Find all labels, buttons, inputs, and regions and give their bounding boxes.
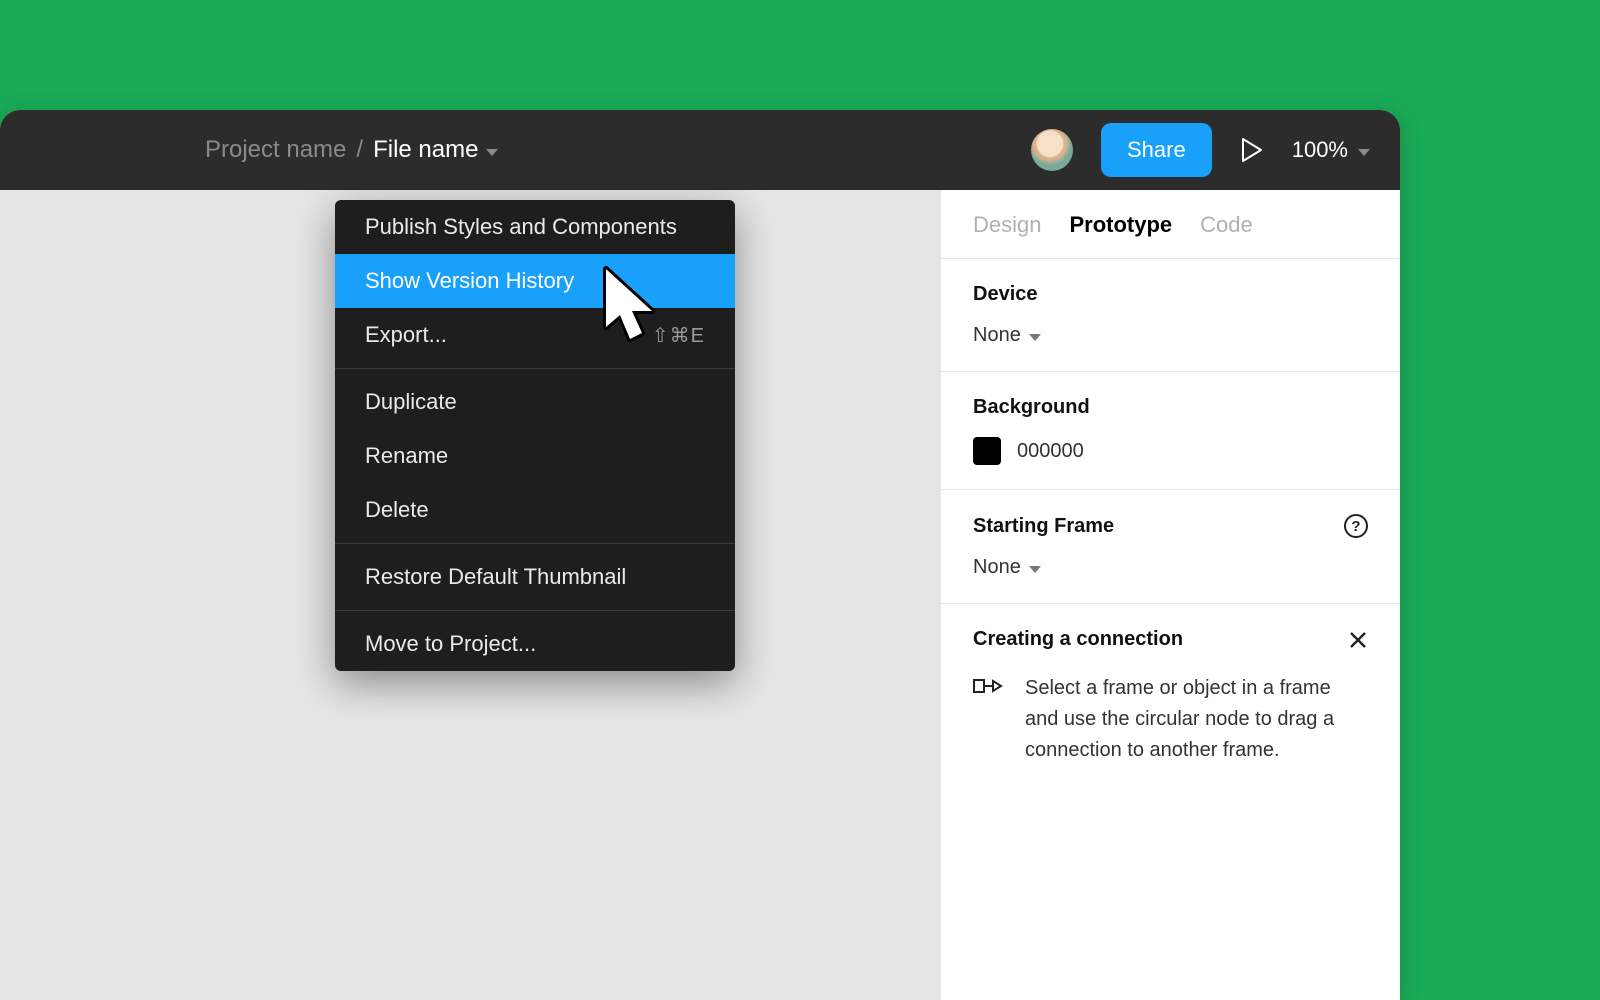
menu-label: Delete [365, 497, 429, 523]
file-dropdown-menu: Publish Styles and Components Show Versi… [335, 200, 735, 671]
breadcrumb-separator: / [356, 136, 363, 164]
color-swatch[interactable] [973, 437, 1001, 465]
background-title: Background [973, 396, 1368, 419]
menu-label: Duplicate [365, 389, 457, 415]
menu-label: Show Version History [365, 268, 574, 294]
menu-label: Export... [365, 322, 447, 348]
starting-frame-value: None [973, 556, 1021, 579]
menu-label: Rename [365, 443, 448, 469]
menu-separator [335, 368, 735, 369]
starting-frame-title: Starting Frame [973, 515, 1114, 538]
chevron-down-icon [1029, 566, 1041, 573]
device-select[interactable]: None [973, 324, 1368, 347]
menu-item-rename[interactable]: Rename [335, 429, 735, 483]
tab-code[interactable]: Code [1200, 212, 1253, 238]
device-section: Device None [941, 259, 1400, 372]
hint-section: Creating a connection Select a frame or … [941, 604, 1400, 790]
menu-separator [335, 543, 735, 544]
tab-design[interactable]: Design [973, 212, 1041, 238]
share-button[interactable]: Share [1101, 123, 1212, 177]
menu-item-version-history[interactable]: Show Version History [335, 254, 735, 308]
menu-item-move-to-project[interactable]: Move to Project... [335, 617, 735, 671]
menu-separator [335, 610, 735, 611]
chevron-down-icon [486, 149, 498, 156]
file-name-dropdown[interactable]: File name [373, 136, 498, 164]
background-color-row[interactable]: 000000 [973, 437, 1368, 465]
menu-item-delete[interactable]: Delete [335, 483, 735, 537]
menu-label: Publish Styles and Components [365, 214, 677, 240]
menu-item-export[interactable]: Export... ⇧⌘E [335, 308, 735, 362]
file-name-label: File name [373, 136, 478, 164]
starting-frame-select[interactable]: None [973, 556, 1368, 579]
zoom-label: 100% [1292, 137, 1348, 163]
zoom-control[interactable]: 100% [1292, 137, 1370, 163]
background-hex: 000000 [1017, 440, 1084, 463]
right-panel: Design Prototype Code Device None Backgr… [940, 190, 1400, 1000]
device-value: None [973, 324, 1021, 347]
top-toolbar: Project name / File name Share 100% [0, 110, 1400, 190]
toolbar-right: Share 100% [1031, 123, 1370, 177]
menu-item-restore-thumbnail[interactable]: Restore Default Thumbnail [335, 550, 735, 604]
close-icon[interactable] [1348, 630, 1368, 650]
menu-label: Restore Default Thumbnail [365, 564, 626, 590]
menu-item-duplicate[interactable]: Duplicate [335, 375, 735, 429]
menu-shortcut: ⇧⌘E [652, 323, 705, 348]
hint-text: Select a frame or object in a frame and … [1025, 673, 1355, 766]
connection-icon [973, 673, 1003, 766]
breadcrumb: Project name / File name [205, 136, 1031, 164]
project-name[interactable]: Project name [205, 136, 346, 164]
hint-title: Creating a connection [973, 628, 1183, 651]
user-avatar[interactable] [1031, 129, 1073, 171]
device-title: Device [973, 283, 1368, 306]
menu-item-publish[interactable]: Publish Styles and Components [335, 200, 735, 254]
chevron-down-icon [1358, 149, 1370, 156]
background-section: Background 000000 [941, 372, 1400, 490]
help-icon[interactable]: ? [1344, 514, 1368, 538]
chevron-down-icon [1029, 334, 1041, 341]
menu-label: Move to Project... [365, 631, 536, 657]
tab-prototype[interactable]: Prototype [1069, 212, 1172, 238]
present-play-icon[interactable] [1240, 137, 1264, 163]
starting-frame-section: Starting Frame ? None [941, 490, 1400, 604]
panel-tabs: Design Prototype Code [941, 190, 1400, 259]
